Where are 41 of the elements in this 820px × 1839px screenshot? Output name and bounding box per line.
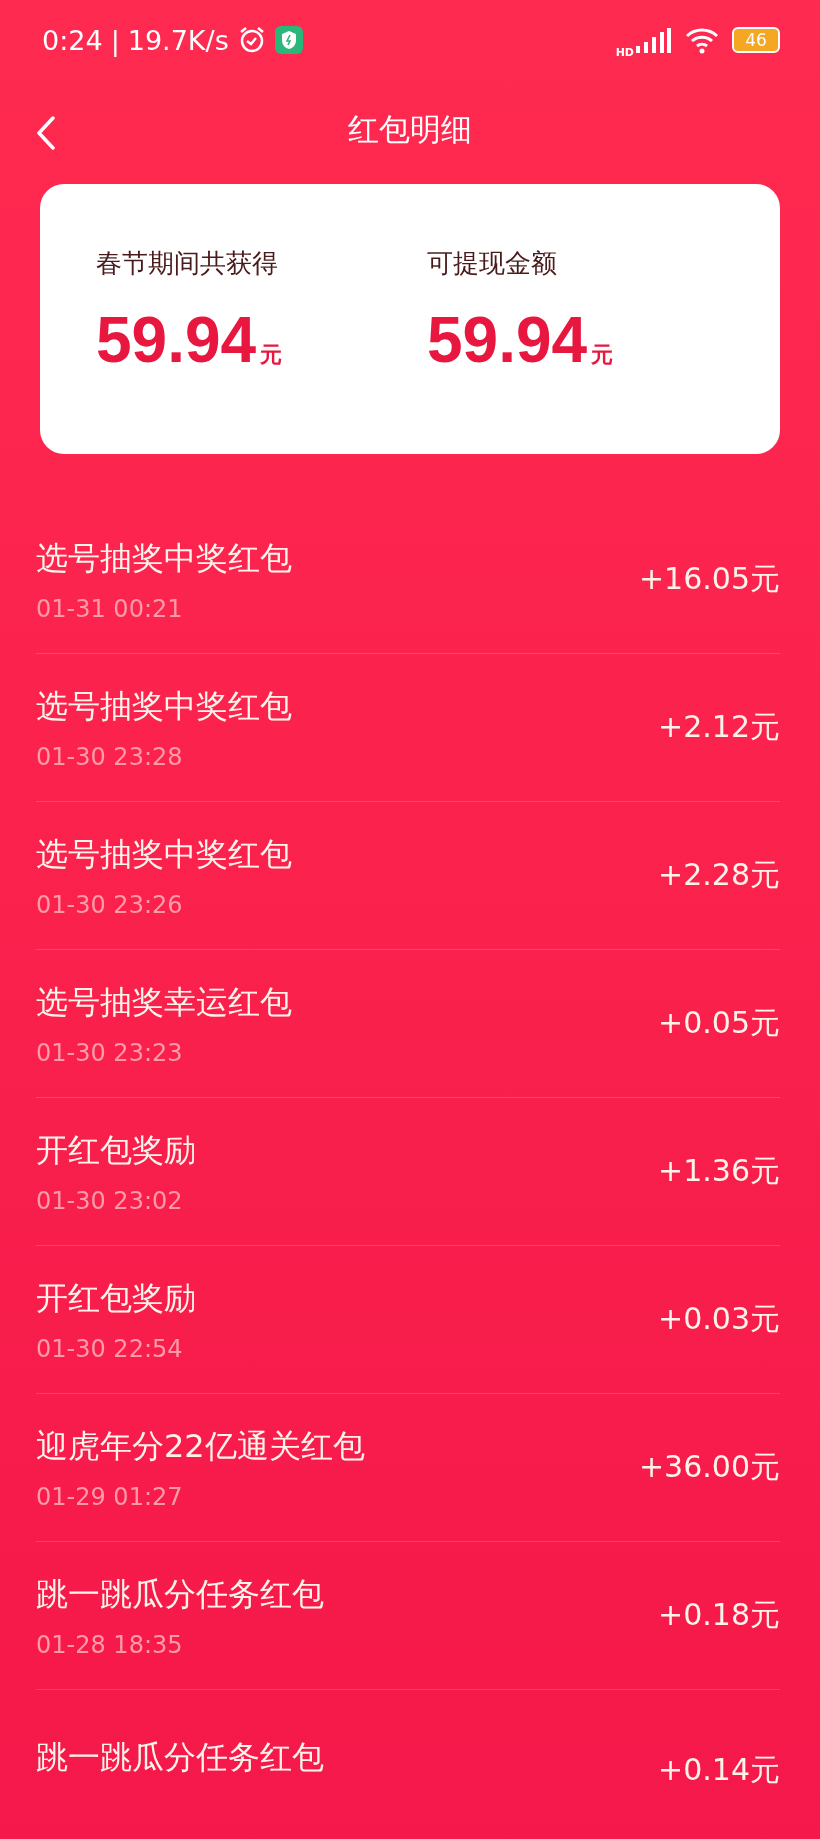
record-amount: +0.14元	[658, 1751, 780, 1789]
record-title: 选号抽奖中奖红包	[36, 537, 293, 579]
separator-text: |	[110, 24, 120, 56]
network-speed: 19.7K/s	[127, 24, 229, 56]
record-title: 选号抽奖中奖红包	[36, 685, 293, 727]
record-time: 01-30 23:02	[36, 1186, 184, 1215]
record-amount: +1.36元	[658, 1152, 780, 1190]
record-amount: +0.03元	[658, 1300, 780, 1338]
record-amount: +0.18元	[658, 1596, 780, 1634]
record-title: 跳一跳瓜分任务红包	[36, 1737, 325, 1778]
record-amount: +0.05元	[658, 1004, 780, 1042]
summary-label: 可提现金额	[427, 247, 558, 280]
record-time: 01-28 18:35	[36, 1630, 184, 1659]
record-time: 01-30 23:23	[36, 1038, 184, 1067]
currency-unit: 元	[591, 341, 614, 369]
record-amount: +2.28元	[658, 856, 780, 894]
record-time: 01-30 23:28	[36, 742, 184, 771]
record-time: 01-29 01:27	[36, 1482, 184, 1511]
record-amount: +2.12元	[658, 708, 780, 746]
record-amount: +36.00元	[638, 1448, 780, 1486]
record-title: 选号抽奖中奖红包	[36, 833, 293, 875]
battery-icon: 46	[732, 27, 780, 53]
record-title: 迎虎年分22亿通关红包	[36, 1425, 366, 1467]
record-title: 跳一跳瓜分任务红包	[36, 1573, 325, 1615]
signal-icon	[634, 26, 672, 54]
network-type: HD	[615, 45, 634, 59]
record-time: 01-30 23:26	[36, 890, 184, 919]
record-amount: +16.05元	[638, 560, 780, 598]
record-time: 01-30 22:54	[36, 1334, 184, 1363]
currency-unit: 元	[260, 341, 283, 369]
summary-amount: 59.94	[96, 303, 257, 377]
summary-amount: 59.94	[427, 303, 588, 377]
record-title: 开红包奖励	[36, 1129, 197, 1171]
page-title: 红包明细	[348, 110, 472, 149]
clock-time: 0:24	[42, 24, 103, 56]
record-time: 01-31 00:21	[36, 594, 184, 623]
wifi-icon	[684, 26, 720, 54]
shield-icon	[274, 26, 303, 54]
summary-label: 春节期间共获得	[96, 247, 279, 280]
record-title: 开红包奖励	[36, 1277, 197, 1319]
record-title: 选号抽奖幸运红包	[36, 981, 293, 1023]
